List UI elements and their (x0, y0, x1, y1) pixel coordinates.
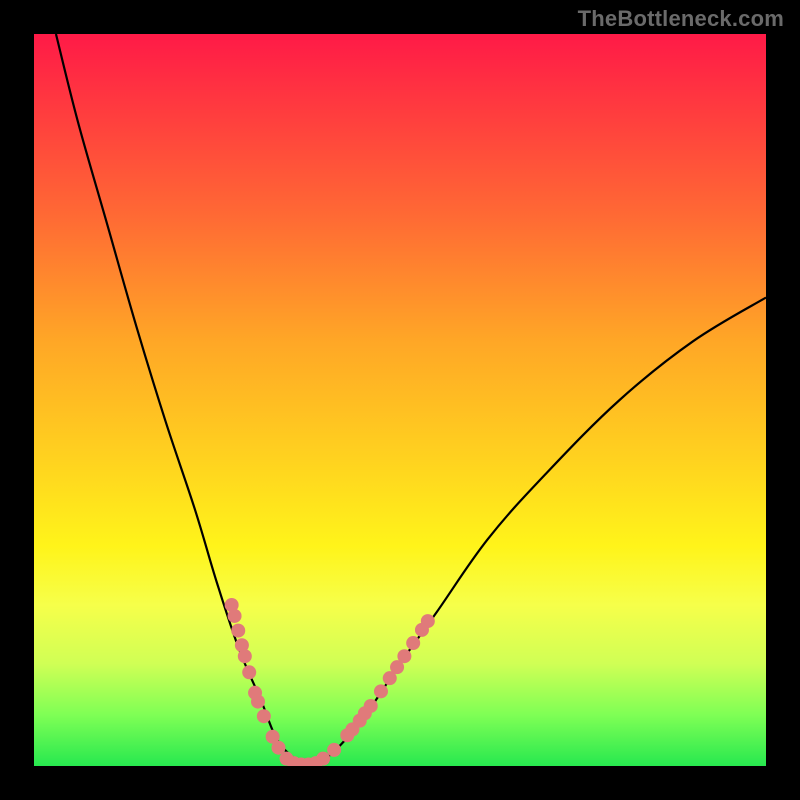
data-point-dot (364, 699, 378, 713)
data-point-dot (257, 709, 271, 723)
data-point-dot (421, 614, 435, 628)
watermark-text: TheBottleneck.com (578, 6, 784, 32)
chart-frame: TheBottleneck.com (0, 0, 800, 800)
data-point-dot (231, 624, 245, 638)
data-point-dot (374, 684, 388, 698)
plot-area (34, 34, 766, 766)
data-point-dot (238, 649, 252, 663)
marker-group (225, 598, 435, 766)
data-point-dot (251, 695, 265, 709)
data-point-dot (327, 743, 341, 757)
data-point-dot (316, 752, 330, 766)
data-point-dot (397, 649, 411, 663)
data-point-dot (242, 665, 256, 679)
chart-svg (34, 34, 766, 766)
data-point-dot (406, 636, 420, 650)
data-point-dot (228, 609, 242, 623)
